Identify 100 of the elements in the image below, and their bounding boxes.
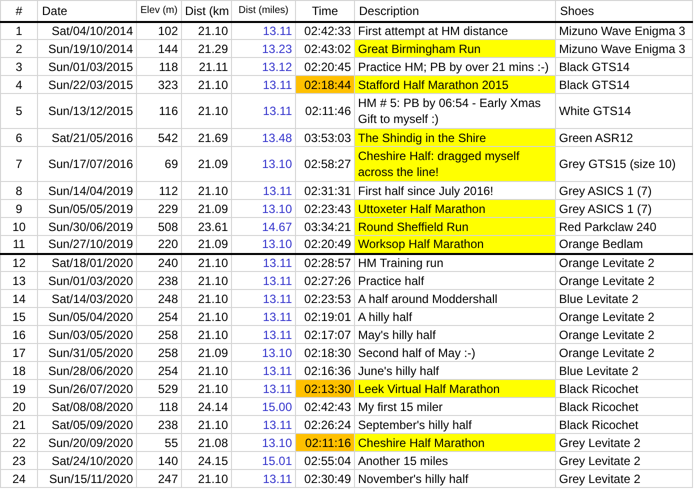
table-cell: Orange Levitate 2 — [556, 344, 692, 362]
table-cell: 10 — [0, 218, 38, 236]
table-cell: 15.00 — [232, 398, 296, 416]
table-cell: Sat/04/10/2014 — [38, 22, 136, 40]
table-cell: Blue Levitate 2 — [556, 290, 692, 308]
table-cell: 02:20:45 — [296, 58, 354, 76]
table-cell: 238 — [136, 272, 182, 290]
table-cell: Sun/20/09/2020 — [38, 434, 136, 452]
table-cell: 1 — [0, 22, 38, 40]
table-cell: Grey Levitate 2 — [556, 470, 692, 488]
table-cell: 21.10 — [182, 182, 232, 200]
table-cell: 21 — [0, 416, 38, 434]
table-cell: 13.11 — [232, 272, 296, 290]
table-cell: May's hilly half — [354, 326, 556, 344]
table-cell: November's hilly half — [354, 470, 556, 488]
table-cell: 240 — [136, 254, 182, 272]
table-cell: Grey Levitate 2 — [556, 452, 692, 470]
table-cell: 13.10 — [232, 434, 296, 452]
table-cell: Sat/18/01/2020 — [38, 254, 136, 272]
table-cell: 02:19:01 — [296, 308, 354, 326]
table-cell: 21.09 — [182, 146, 232, 182]
table-cell: 13.11 — [232, 76, 296, 94]
table-cell: 112 — [136, 182, 182, 200]
table-cell: 02:11:46 — [296, 94, 354, 128]
table-cell: Sun/19/10/2014 — [38, 40, 136, 58]
table-cell: The Shindig in the Shire — [354, 128, 556, 146]
table-cell: 258 — [136, 344, 182, 362]
table-cell: Uttoxeter Half Marathon — [354, 200, 556, 218]
table-cell: 18 — [0, 362, 38, 380]
table-cell: First half since July 2016! — [354, 182, 556, 200]
table-cell: 21.09 — [182, 344, 232, 362]
table-cell: Practice HM; PB by over 21 mins :-) — [354, 58, 556, 76]
table-cell: 6 — [0, 128, 38, 146]
table-cell: 5 — [0, 94, 38, 128]
table-cell: 24.15 — [182, 452, 232, 470]
table-cell: Sun/15/11/2020 — [38, 470, 136, 488]
table-cell: My first 15 miler — [354, 398, 556, 416]
table-cell: 02:11:16 — [296, 434, 354, 452]
table-cell: 12 — [0, 254, 38, 272]
table-cell: Sun/01/03/2020 — [38, 272, 136, 290]
table-cell: 23.61 — [182, 218, 232, 236]
table-cell: 21.10 — [182, 308, 232, 326]
table-cell: 323 — [136, 76, 182, 94]
table-cell: 02:43:02 — [296, 40, 354, 58]
table-cell: Sun/17/07/2016 — [38, 146, 136, 182]
table-cell: 02:31:31 — [296, 182, 354, 200]
table-cell: 13.11 — [232, 362, 296, 380]
table-cell: 21.10 — [182, 326, 232, 344]
table-cell: Leek Virtual Half Marathon — [354, 380, 556, 398]
table-cell: 7 — [0, 146, 38, 182]
table-cell: 13.11 — [232, 416, 296, 434]
table-cell: 02:17:07 — [296, 326, 354, 344]
table-cell: Grey ASICS 1 (7) — [556, 182, 692, 200]
table-cell: 21.10 — [182, 254, 232, 272]
table-cell: 21.10 — [182, 470, 232, 488]
table-cell: 21.10 — [182, 290, 232, 308]
table-cell: 529 — [136, 380, 182, 398]
table-cell: Black Ricochet — [556, 398, 692, 416]
table-cell: 229 — [136, 200, 182, 218]
table-cell: Practice half — [354, 272, 556, 290]
table-cell: September's hilly half — [354, 416, 556, 434]
table-cell: 3 — [0, 58, 38, 76]
table-cell: 102 — [136, 22, 182, 40]
table-cell: Grey Levitate 2 — [556, 434, 692, 452]
table-cell: 21.10 — [182, 22, 232, 40]
table-cell: 19 — [0, 380, 38, 398]
table-cell: 03:53:03 — [296, 128, 354, 146]
table-cell: Green ASR12 — [556, 128, 692, 146]
table-cell: Sat/24/10/2020 — [38, 452, 136, 470]
table-cell: Sun/22/03/2015 — [38, 76, 136, 94]
table-cell: 118 — [136, 58, 182, 76]
table-cell: Sun/01/03/2015 — [38, 58, 136, 76]
table-cell: 13 — [0, 272, 38, 290]
table-cell: 9 — [0, 200, 38, 218]
table-cell: Great Birmingham Run — [354, 40, 556, 58]
table-cell: Sun/31/05/2020 — [38, 344, 136, 362]
table-cell: 20 — [0, 398, 38, 416]
table-cell: 55 — [136, 434, 182, 452]
table-cell: 02:23:53 — [296, 290, 354, 308]
column-header: # — [0, 0, 38, 22]
table-cell: 542 — [136, 128, 182, 146]
table-cell: 02:23:43 — [296, 200, 354, 218]
table-cell: Sun/28/06/2020 — [38, 362, 136, 380]
column-header: Dist (miles) — [232, 0, 296, 22]
table-cell: Sun/26/07/2020 — [38, 380, 136, 398]
table-cell: 24 — [0, 470, 38, 488]
table-cell: Orange Levitate 2 — [556, 308, 692, 326]
table-cell: 03:34:21 — [296, 218, 354, 236]
table-cell: 13.11 — [232, 182, 296, 200]
table-cell: A half around Moddershall — [354, 290, 556, 308]
table-cell: Sat/05/09/2020 — [38, 416, 136, 434]
table-cell: 17 — [0, 344, 38, 362]
column-header: Elev (m) — [136, 0, 182, 22]
table-cell: Orange Levitate 2 — [556, 326, 692, 344]
table-cell: 13.11 — [232, 308, 296, 326]
table-cell: Second half of May :-) — [354, 344, 556, 362]
table-cell: Stafford Half Marathon 2015 — [354, 76, 556, 94]
table-cell: 118 — [136, 398, 182, 416]
table-cell: 21.08 — [182, 434, 232, 452]
table-cell: 14 — [0, 290, 38, 308]
